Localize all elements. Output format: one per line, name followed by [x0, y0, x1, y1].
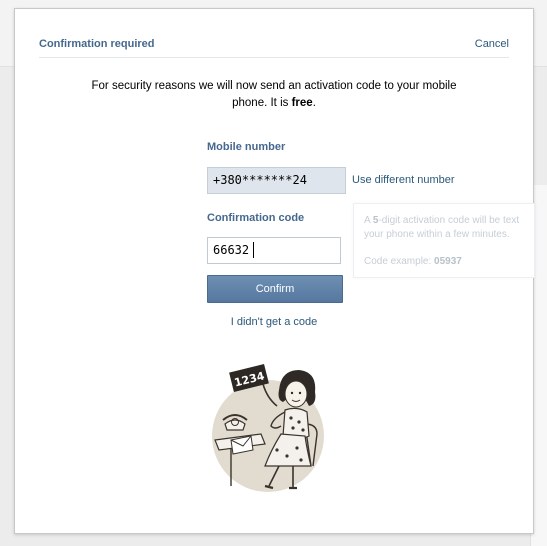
intro-text-start: For security reasons we will now send an…: [91, 80, 457, 109]
hint-line-2: your phone within a few minutes.: [364, 229, 510, 240]
hint-line-1-end: -digit activation code will be text: [378, 215, 520, 226]
intro-text-end: .: [312, 97, 316, 109]
confirmation-code-input[interactable]: [207, 237, 341, 264]
confirm-button[interactable]: Confirm: [207, 275, 343, 303]
hint-line-1: A 5-digit activation code will be text: [364, 214, 519, 228]
text-caret: [253, 242, 254, 258]
hint-example-code: 05937: [434, 256, 462, 267]
hint-example-label: Code example:: [364, 256, 435, 267]
dialog-title: Confirmation required: [39, 38, 155, 50]
hint-tooltip: A 5-digit activation code will be text y…: [353, 203, 535, 278]
intro-text: For security reasons we will now send an…: [75, 78, 473, 112]
mobile-number-label: Mobile number: [207, 141, 286, 153]
no-code-link[interactable]: I didn't get a code: [207, 316, 341, 328]
cancel-link[interactable]: Cancel: [475, 38, 509, 50]
dialog-header: Confirmation required Cancel: [39, 35, 509, 58]
intro-text-free: free: [291, 97, 313, 109]
confirmation-code-label: Confirmation code: [207, 212, 305, 224]
woman-phone-illustration: 1234: [212, 363, 324, 492]
mobile-number-field: +380*******24: [207, 167, 346, 194]
hint-line-3: Code example: 05937: [364, 255, 462, 269]
hint-line-1-start: A: [364, 215, 373, 226]
use-different-number-link[interactable]: Use different number: [352, 174, 455, 186]
